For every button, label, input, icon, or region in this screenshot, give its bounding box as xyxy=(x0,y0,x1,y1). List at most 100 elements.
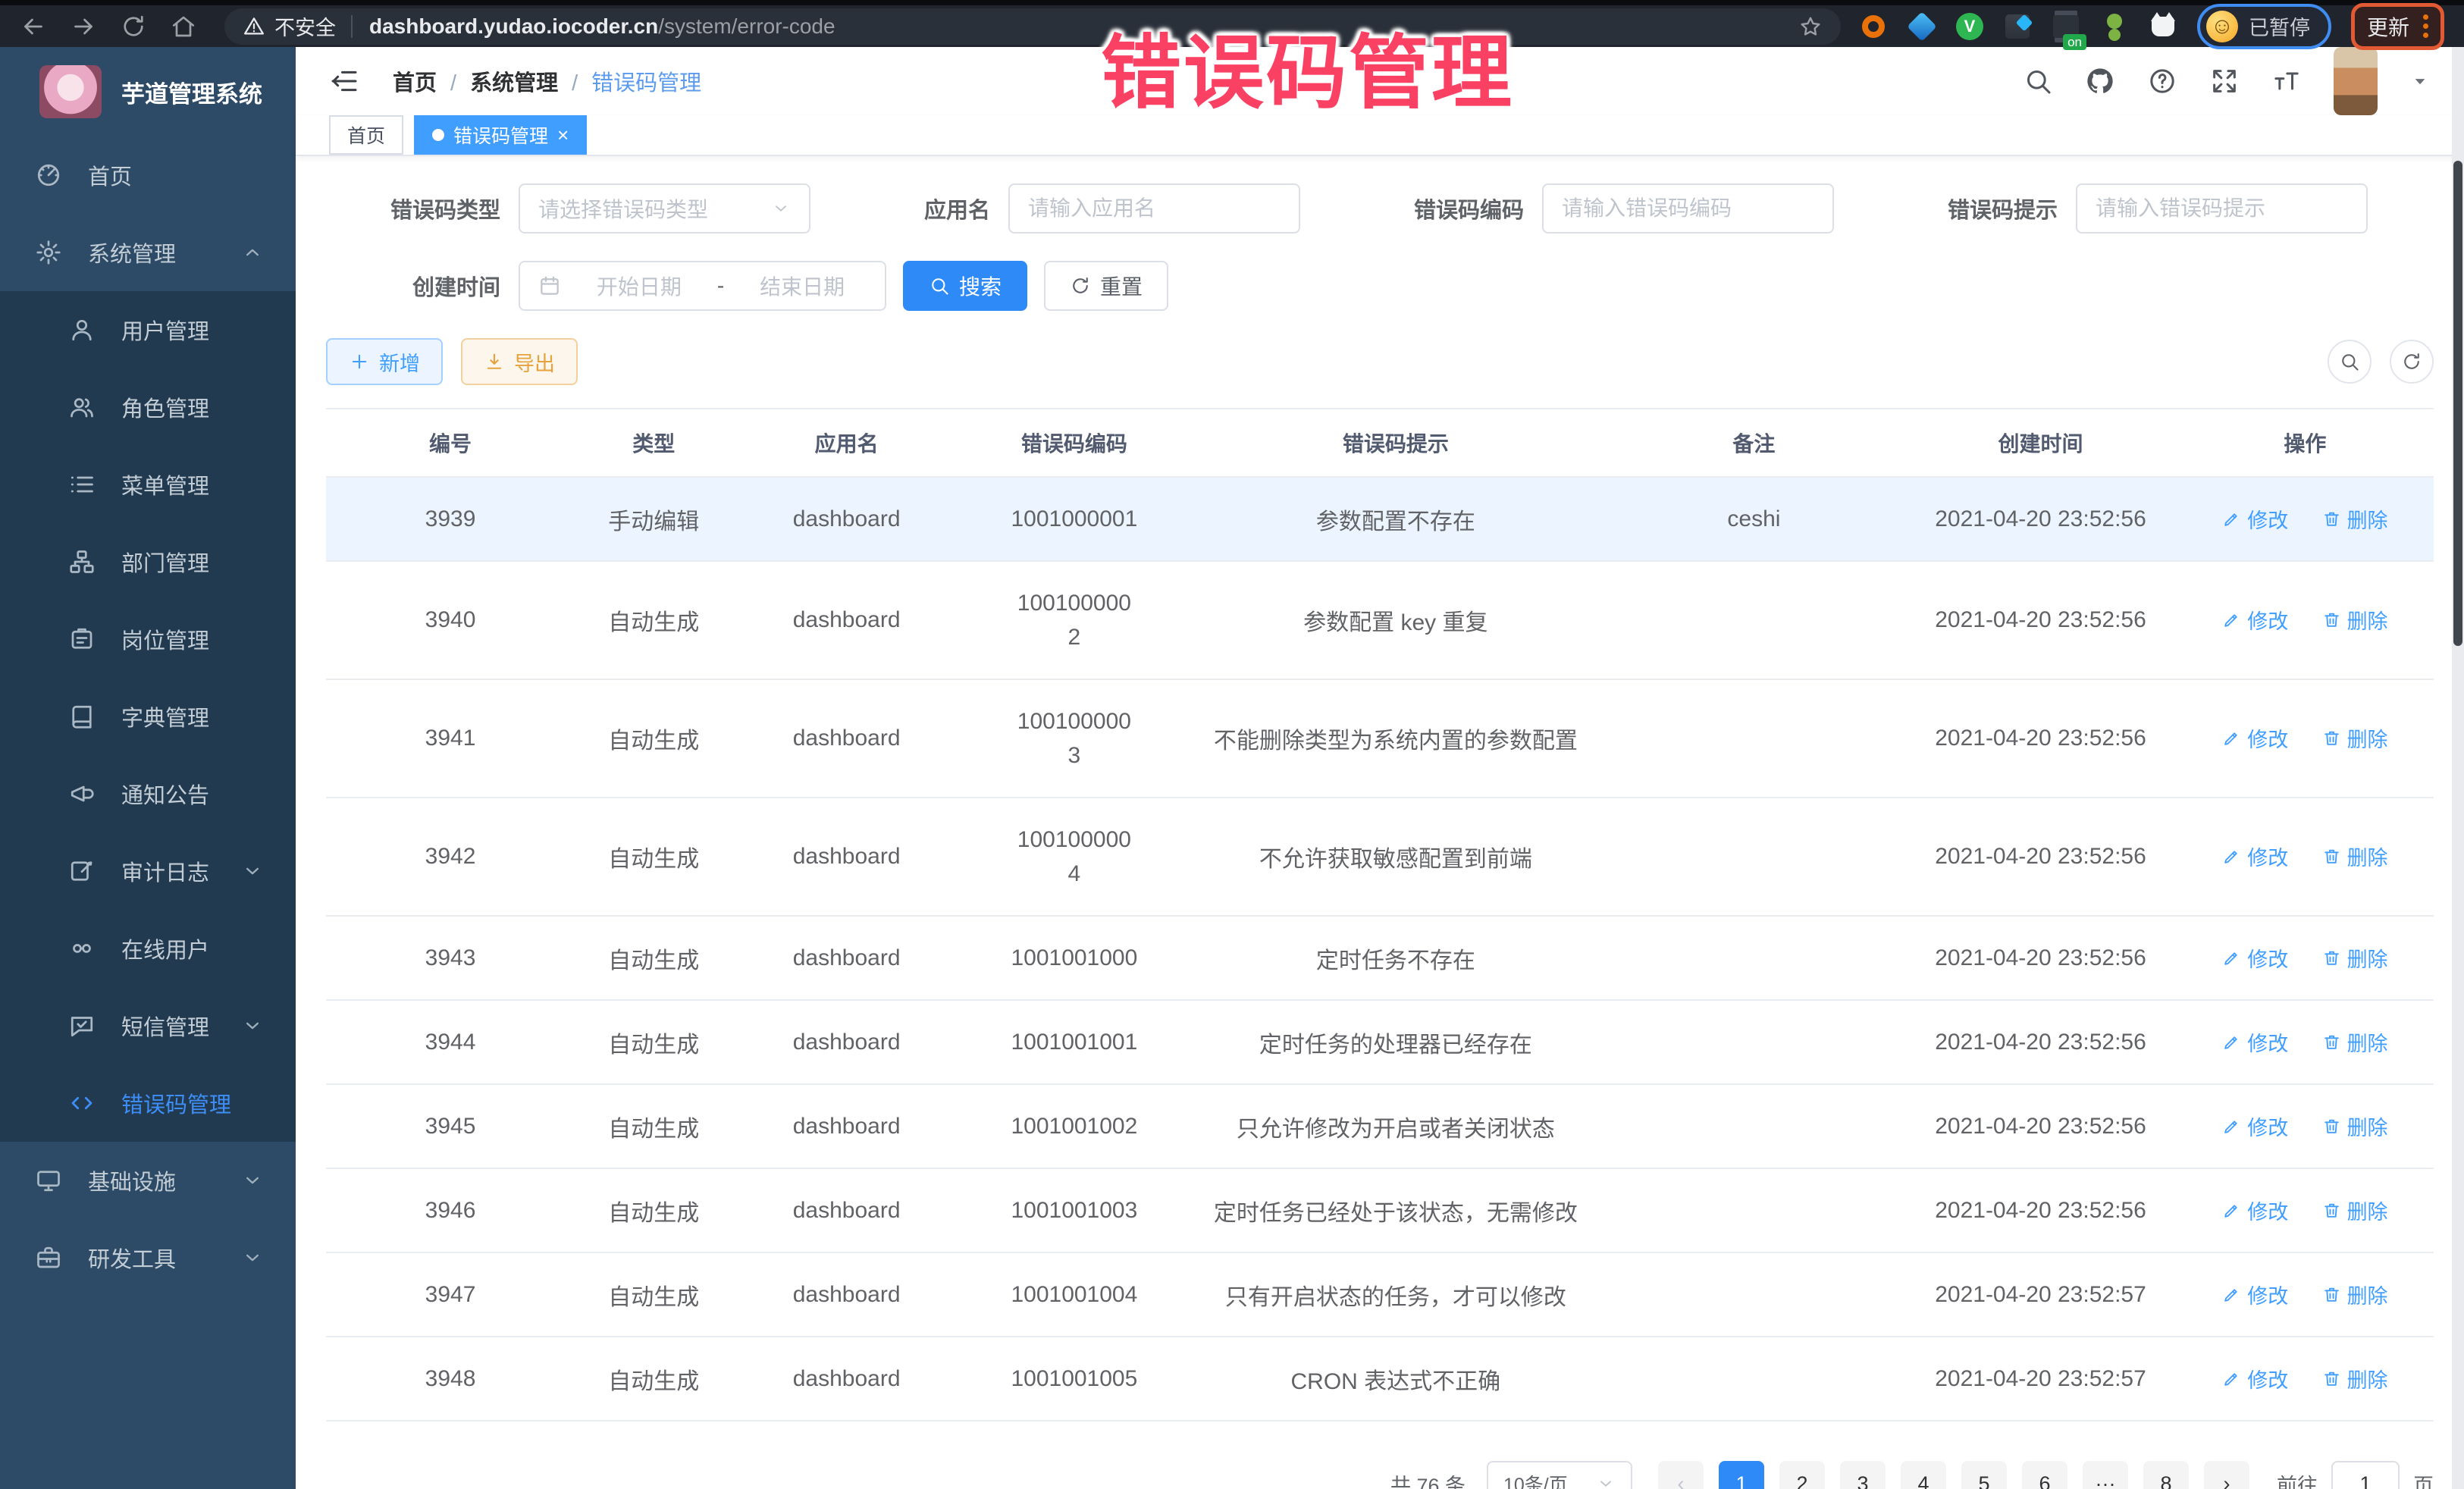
search-button[interactable]: 搜索 xyxy=(903,261,1027,311)
scrollbar-thumb[interactable] xyxy=(2453,161,2462,646)
edit-button[interactable]: 修改 xyxy=(2222,1027,2288,1057)
page-button-8[interactable]: 8 xyxy=(2143,1461,2189,1489)
sidebar-item-角色管理[interactable]: 角色管理 xyxy=(0,368,296,446)
profile-paused-pill[interactable]: 已暂停 xyxy=(2197,4,2331,49)
delete-button[interactable]: 删除 xyxy=(2322,842,2388,871)
edit-button[interactable]: 修改 xyxy=(2222,605,2288,635)
edit-button[interactable]: 修改 xyxy=(2222,1364,2288,1393)
sidebar-item-系统管理[interactable]: 系统管理 xyxy=(0,214,296,291)
hamburger-icon[interactable] xyxy=(329,66,359,96)
page-size-select[interactable]: 10条/页 xyxy=(1487,1461,1632,1489)
cell-msg: 参数配置 key 重复 xyxy=(1188,561,1603,679)
error-type-select[interactable]: 请选择错误码类型 xyxy=(519,183,810,234)
sidebar-item-短信管理[interactable]: 短信管理 xyxy=(0,987,296,1064)
extension-green-icon[interactable]: V xyxy=(1956,13,1983,40)
sidebar-item-用户管理[interactable]: 用户管理 xyxy=(0,291,296,368)
tab-home[interactable]: 首页 xyxy=(329,115,403,155)
extension-gem-icon[interactable] xyxy=(1908,12,1936,41)
app-logo-row[interactable]: 芋道管理系统 xyxy=(0,47,296,136)
error-code-input[interactable] xyxy=(1542,183,1834,234)
delete-button[interactable]: 删除 xyxy=(2322,943,2388,973)
page-ellipsis[interactable]: ··· xyxy=(2083,1461,2128,1489)
reload-icon[interactable] xyxy=(120,13,147,40)
sidebar-item-部门管理[interactable]: 部门管理 xyxy=(0,523,296,600)
question-icon[interactable] xyxy=(2147,66,2177,96)
browser-update-button[interactable]: 更新 xyxy=(2351,3,2444,50)
sidebar-item-首页[interactable]: 首页 xyxy=(0,136,296,214)
page-button-3[interactable]: 3 xyxy=(1840,1461,1886,1489)
extension-grid-icon[interactable] xyxy=(2003,12,2032,41)
edit-button[interactable]: 修改 xyxy=(2222,1111,2288,1141)
refresh-table-button[interactable] xyxy=(2390,340,2434,384)
kebab-menu-icon[interactable] xyxy=(2423,14,2428,38)
prev-page-button[interactable]: ‹ xyxy=(1658,1461,1704,1489)
edit-button[interactable]: 修改 xyxy=(2222,1196,2288,1225)
close-icon[interactable] xyxy=(557,125,569,145)
extension-spy-icon[interactable] xyxy=(2100,12,2129,41)
caret-down-icon[interactable] xyxy=(2409,71,2431,92)
cell-id: 3941 xyxy=(326,679,575,798)
edit-button[interactable]: 修改 xyxy=(2222,842,2288,871)
sidebar-item-菜单管理[interactable]: 菜单管理 xyxy=(0,446,296,523)
sidebar-item-审计日志[interactable]: 审计日志 xyxy=(0,832,296,910)
avatar[interactable] xyxy=(2334,47,2378,115)
app-name-input[interactable] xyxy=(1008,183,1300,234)
edit-button[interactable]: 修改 xyxy=(2222,1280,2288,1309)
star-icon[interactable] xyxy=(1798,14,1823,39)
home-icon[interactable] xyxy=(170,13,197,40)
export-button[interactable]: 导出 xyxy=(461,338,578,385)
delete-icon xyxy=(2322,1117,2341,1136)
refresh-icon xyxy=(1070,275,1091,296)
reset-button[interactable]: 重置 xyxy=(1044,261,1168,311)
extension-puzzle-icon[interactable] xyxy=(2149,12,2177,41)
delete-button[interactable]: 删除 xyxy=(2322,1027,2388,1057)
sidebar-item-错误码管理[interactable]: 错误码管理 xyxy=(0,1064,296,1142)
delete-button[interactable]: 删除 xyxy=(2322,1280,2388,1309)
forward-icon[interactable] xyxy=(70,13,97,40)
github-icon[interactable] xyxy=(2085,66,2115,96)
error-msg-input[interactable] xyxy=(2076,183,2368,234)
user-icon xyxy=(65,316,99,343)
sidebar-item-研发工具[interactable]: 研发工具 xyxy=(0,1219,296,1296)
page-button-2[interactable]: 2 xyxy=(1779,1461,1825,1489)
page-button-5[interactable]: 5 xyxy=(1961,1461,2007,1489)
edit-button[interactable]: 修改 xyxy=(2222,943,2288,973)
toolbar-right xyxy=(2328,340,2434,384)
tab-error-code[interactable]: 错误码管理 xyxy=(414,115,587,155)
cell-app: dashboard xyxy=(733,561,961,679)
page-button-4[interactable]: 4 xyxy=(1901,1461,1946,1489)
sidebar-item-基础设施[interactable]: 基础设施 xyxy=(0,1142,296,1219)
back-icon[interactable] xyxy=(20,13,47,40)
delete-button[interactable]: 删除 xyxy=(2322,504,2388,534)
edit-icon xyxy=(2222,1033,2241,1052)
edit-button[interactable]: 修改 xyxy=(2222,504,2288,534)
edit-button[interactable]: 修改 xyxy=(2222,723,2288,753)
goto-page-input[interactable] xyxy=(2331,1461,2400,1489)
sidebar-item-在线用户[interactable]: 在线用户 xyxy=(0,910,296,987)
page-unit: 页 xyxy=(2413,1469,2434,1489)
page-button-1[interactable]: 1 xyxy=(1719,1461,1764,1489)
delete-button[interactable]: 删除 xyxy=(2322,1196,2388,1225)
extension-orange-icon[interactable] xyxy=(1859,12,1888,41)
sidebar-item-字典管理[interactable]: 字典管理 xyxy=(0,678,296,755)
add-button[interactable]: 新增 xyxy=(326,338,443,385)
delete-button[interactable]: 删除 xyxy=(2322,1364,2388,1393)
next-page-button[interactable]: › xyxy=(2204,1461,2249,1489)
sidebar-item-岗位管理[interactable]: 岗位管理 xyxy=(0,600,296,678)
delete-button[interactable]: 删除 xyxy=(2322,723,2388,753)
show-search-button[interactable] xyxy=(2328,340,2372,384)
extension-list-icon[interactable]: on xyxy=(2052,12,2080,41)
page-scrollbar[interactable] xyxy=(2452,47,2464,1489)
sidebar-item-通知公告[interactable]: 通知公告 xyxy=(0,755,296,832)
breadcrumb-system[interactable]: 系统管理 xyxy=(470,65,591,97)
fontsize-icon[interactable] xyxy=(2271,66,2302,96)
delete-button[interactable]: 删除 xyxy=(2322,1111,2388,1141)
page-button-6[interactable]: 6 xyxy=(2022,1461,2067,1489)
search-icon[interactable] xyxy=(2023,66,2053,96)
address-bar[interactable]: 不安全 dashboard.yudao.iocoder.cn /system/e… xyxy=(224,8,1841,45)
fullscreen-icon[interactable] xyxy=(2209,66,2240,96)
create-time-range[interactable]: 开始日期 - 结束日期 xyxy=(519,261,886,311)
cell-remark xyxy=(1603,679,1905,798)
breadcrumb-home[interactable]: 首页 xyxy=(393,65,470,97)
delete-button[interactable]: 删除 xyxy=(2322,605,2388,635)
